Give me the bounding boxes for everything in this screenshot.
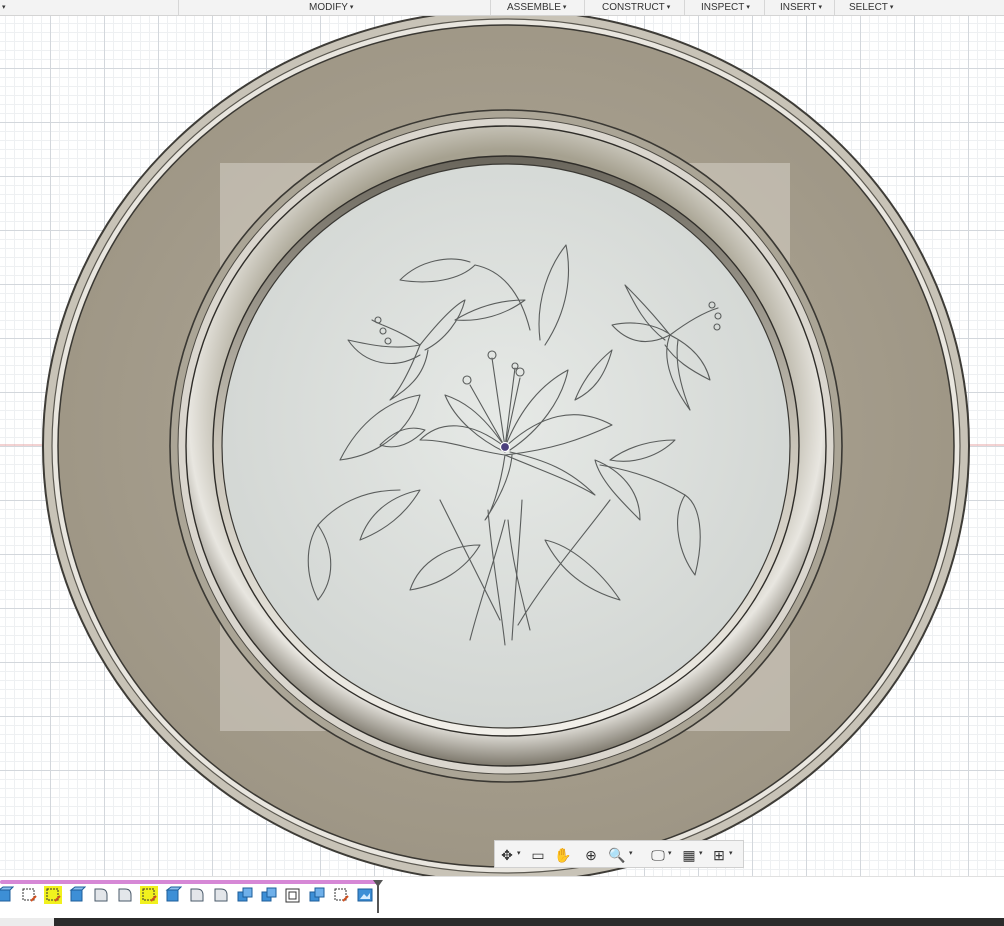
menu-construct[interactable]: CONSTRUCT ▾	[602, 1, 670, 14]
chevron-down-icon: ▾	[562, 4, 567, 11]
zoom-icon[interactable]: ⊕	[581, 845, 601, 865]
fillet-feature-icon[interactable]	[188, 886, 206, 904]
menu-modify[interactable]: MODIFY ▾	[309, 1, 353, 14]
combine-feature-icon[interactable]	[260, 886, 278, 904]
model-canvas[interactable]: ✥ ▾ ▭ ✋ ⊕ 🔍 ▾ 🖵 ▾ ▦ ▾ ⊞ ▾	[0, 16, 1004, 876]
timeline-marker-bar	[0, 880, 378, 884]
chevron-down-icon[interactable]: ▾	[517, 849, 521, 857]
toolbar-menubar: ▾ MODIFY ▾ ASSEMBLE ▾ CONSTRUCT ▾ INSPECT ▾ …	[0, 0, 1004, 16]
plate-model[interactable]	[0, 16, 1004, 876]
extrude-feature-icon[interactable]	[68, 886, 87, 904]
menu-select[interactable]: SELECT ▾	[849, 1, 893, 14]
menu-separator	[684, 0, 685, 15]
viewports-icon[interactable]: ⊞	[709, 845, 729, 865]
menu-separator	[178, 0, 179, 15]
origin-point	[499, 441, 511, 453]
extrude-feature-icon[interactable]	[164, 886, 183, 904]
menu-assemble-label: ASSEMBLE	[507, 2, 561, 13]
extrude-feature-icon[interactable]	[0, 886, 15, 904]
combine-feature-icon[interactable]	[308, 886, 326, 904]
menu-modify-label: MODIFY	[309, 2, 348, 13]
fillet-feature-icon[interactable]	[92, 886, 110, 904]
look-at-icon[interactable]: ▭	[528, 845, 548, 865]
chevron-down-icon: ▾	[818, 4, 823, 11]
menu-insert[interactable]: INSERT ▾	[780, 1, 822, 14]
pan-icon[interactable]: ✋	[553, 845, 573, 865]
fillet-feature-icon[interactable]	[116, 886, 134, 904]
chevron-down-icon[interactable]: ▾	[629, 849, 633, 857]
chevron-down-icon: ▾	[889, 4, 894, 11]
menu-separator	[490, 0, 491, 15]
chevron-down-icon[interactable]: ▾	[729, 849, 733, 857]
display-settings-icon[interactable]: 🖵	[648, 845, 668, 865]
fillet-feature-icon[interactable]	[212, 886, 230, 904]
menu-select-label: SELECT	[849, 2, 888, 13]
menu-construct-label: CONSTRUCT	[602, 2, 665, 13]
status-bar-dark	[54, 918, 1004, 926]
menu-inspect[interactable]: INSPECT ▾	[701, 1, 750, 14]
grid-settings-icon[interactable]: ▦	[679, 845, 699, 865]
navigation-bar: ✥ ▾ ▭ ✋ ⊕ 🔍 ▾ 🖵 ▾ ▦ ▾ ⊞ ▾	[494, 840, 744, 868]
sketch-feature-icon[interactable]	[332, 886, 350, 904]
orbit-icon[interactable]: ✥	[497, 845, 517, 865]
fit-icon[interactable]: 🔍	[607, 845, 627, 865]
menu-separator	[834, 0, 835, 15]
canvas-feature-icon[interactable]	[356, 886, 374, 904]
timeline-playhead[interactable]	[377, 881, 379, 913]
menu-separator	[764, 0, 765, 15]
sketch-feature-icon[interactable]	[20, 886, 38, 904]
timeline	[0, 876, 1004, 919]
status-bar	[0, 918, 1004, 926]
sketch-feature-icon[interactable]	[44, 886, 62, 904]
menu-assemble[interactable]: ASSEMBLE ▾	[507, 1, 566, 14]
menu-caret-left[interactable]: ▾	[0, 1, 6, 14]
chevron-down-icon[interactable]: ▾	[699, 849, 703, 857]
menu-insert-label: INSERT	[780, 2, 817, 13]
combine-feature-icon[interactable]	[236, 886, 254, 904]
sketch-feature-icon[interactable]	[140, 886, 158, 904]
menu-inspect-label: INSPECT	[701, 2, 745, 13]
chevron-down-icon[interactable]: ▾	[668, 849, 672, 857]
menu-separator	[584, 0, 585, 15]
chevron-down-icon: ▾	[349, 4, 354, 11]
chevron-down-icon: ▾	[746, 4, 750, 11]
shell-feature-icon[interactable]	[284, 886, 302, 904]
chevron-down-icon: ▾	[666, 4, 671, 11]
